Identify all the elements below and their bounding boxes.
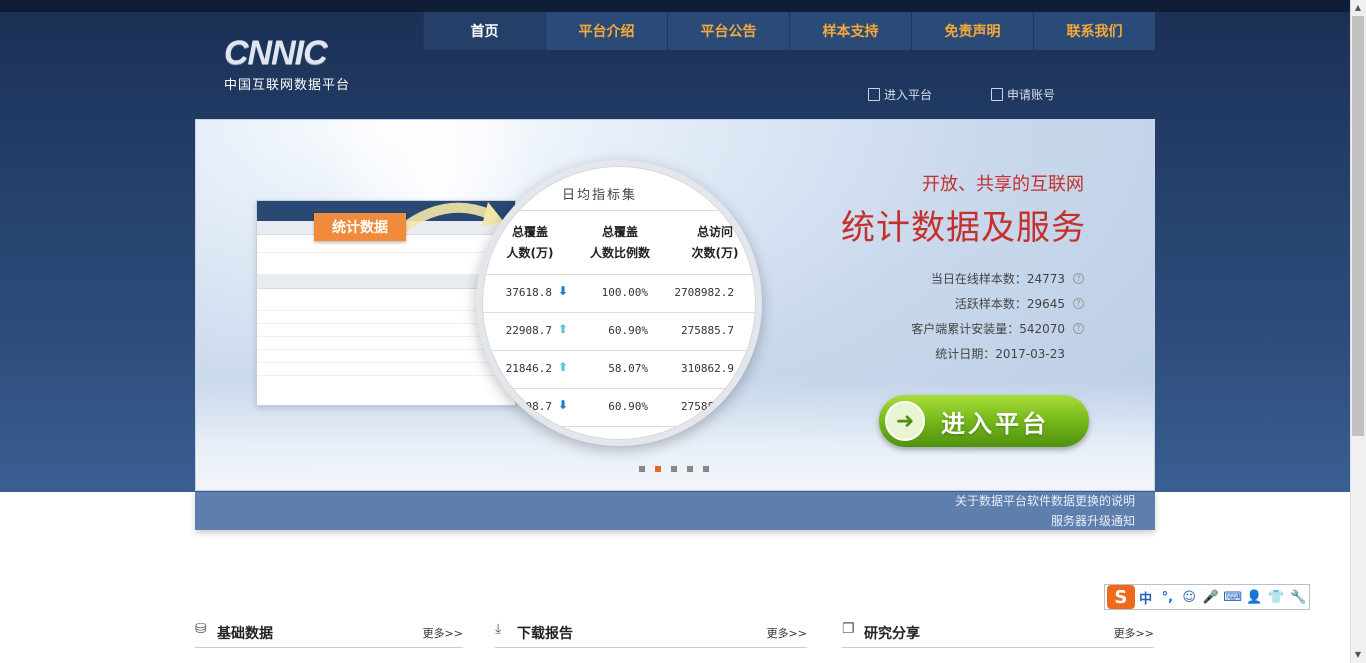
slogan-title: 统计数据及服务 (841, 208, 1086, 248)
nav-disclaimer[interactable]: 免责声明 (911, 12, 1033, 50)
carousel-dot[interactable] (703, 466, 709, 472)
apply-account-label: 申请账号 (1007, 88, 1056, 102)
stat-active-samples: 活跃样本数：29645 ? (864, 291, 1084, 316)
help-icon[interactable]: ? (1073, 298, 1084, 309)
help-icon[interactable]: ? (1073, 273, 1084, 284)
carousel-dot[interactable] (639, 466, 645, 472)
enter-platform-label: 进入平台 (884, 88, 933, 102)
scroll-down-icon[interactable]: ▼ (1350, 647, 1366, 663)
section-research: ❐ 研究分享 更多>> (842, 618, 1154, 648)
chinese-mode-icon[interactable]: 中 (1135, 588, 1157, 607)
top-strip (0, 0, 1350, 12)
skin-icon[interactable]: 👕 (1265, 590, 1287, 605)
lens-title: 日均指标集 (562, 188, 638, 203)
logo-subtitle: 中国互联网数据平台 (224, 78, 351, 93)
more-link[interactable]: 更多>> (1114, 625, 1154, 641)
document-icon: ❐ (842, 621, 855, 637)
trend-down-icon: ⬇ (558, 398, 569, 412)
form-icon (991, 88, 1003, 101)
site-logo[interactable]: CNNIC 中国互联网数据平台 (224, 36, 356, 93)
trend-up-icon: ⬆ (558, 360, 569, 374)
more-link[interactable]: 更多>> (767, 625, 807, 641)
tools-icon[interactable]: 🔧 (1287, 590, 1309, 605)
stat-date: 统计日期：2017-03-23 (935, 347, 1065, 361)
logo-mark: CNNIC (224, 34, 328, 72)
stat-installs: 客户端累计安装量：542070 ? (864, 316, 1084, 341)
more-link[interactable]: 更多>> (423, 625, 463, 641)
arrow-right-icon: ➜ (885, 401, 925, 441)
scrollbar-thumb[interactable] (1352, 16, 1364, 436)
magnifier-lens: 日均指标集 总覆盖 人数(万) 总覆盖 人数比例数 总访问 次数(万) 3761… (476, 160, 762, 446)
main-nav: 首页 平台介绍 平台公告 样本支持 免责声明 联系我们 (423, 12, 1155, 50)
sogou-logo-icon[interactable]: S (1107, 585, 1135, 609)
enter-platform-button-label: 进入平台 (941, 409, 1049, 438)
lens-header-1: 总覆盖 人数(万) (506, 225, 554, 260)
apply-account-link[interactable]: 申请账号 (991, 86, 1055, 103)
help-icon[interactable]: ? (1073, 323, 1084, 334)
download-icon: ⤓ (495, 621, 502, 637)
scroll-up-icon[interactable]: ▲ (1350, 0, 1366, 16)
slogan-subtitle: 开放、共享的互联网 (922, 174, 1084, 195)
section-download-reports: ⤓ 下载报告 更多>> (495, 618, 807, 648)
nav-sample-support[interactable]: 样本支持 (789, 12, 911, 50)
ime-toolbar: S 中 °, ☺ 🎤 ⌨ 👤 👕 🔧 (1104, 584, 1310, 610)
carousel-dot[interactable] (687, 466, 693, 472)
lens-header-3: 总访问 次数(万) (691, 225, 739, 260)
emoji-icon[interactable]: ☺ (1178, 590, 1200, 605)
carousel-dots (639, 466, 709, 472)
section-title: 下载报告 (517, 626, 573, 642)
carousel-dot-active[interactable] (655, 466, 661, 472)
user-terminal-icon (868, 88, 880, 101)
hero-banner[interactable]: 统计数据 日均指标集 总覆盖 人数(万) 总覆盖 人数比例数 总访问 次数(万)… (195, 119, 1155, 491)
database-icon: ⛁ (195, 621, 207, 637)
section-title: 基础数据 (217, 626, 273, 642)
notice-bar: 关于数据平台软件数据更换的说明 服务器升级通知 (195, 492, 1155, 530)
nav-intro[interactable]: 平台介绍 (545, 12, 667, 50)
stats-badge: 统计数据 (314, 213, 406, 241)
stats-list: 当日在线样本数：24773 ? 活跃样本数：29645 ? 客户端累计安装量：5… (864, 266, 1084, 366)
notice-link[interactable]: 服务器升级通知 (1051, 512, 1135, 529)
trend-up-icon: ⬆ (558, 322, 569, 336)
nav-contact[interactable]: 联系我们 (1033, 12, 1155, 50)
section-basic-data: ⛁ 基础数据 更多>> (195, 618, 463, 648)
enter-platform-link[interactable]: 进入平台 (868, 86, 932, 103)
stat-online-samples: 当日在线样本数：24773 ? (864, 266, 1084, 291)
nav-home[interactable]: 首页 (423, 12, 545, 50)
notice-link[interactable]: 关于数据平台软件数据更换的说明 (955, 492, 1135, 509)
microphone-icon[interactable]: 🎤 (1200, 590, 1222, 605)
punctuation-icon[interactable]: °, (1157, 590, 1179, 605)
nav-announcements[interactable]: 平台公告 (667, 12, 789, 50)
section-title: 研究分享 (864, 626, 920, 642)
keyboard-icon[interactable]: ⌨ (1222, 590, 1244, 605)
carousel-dot[interactable] (671, 466, 677, 472)
user-icon[interactable]: 👤 (1244, 590, 1266, 605)
trend-down-icon: ⬇ (558, 284, 569, 298)
lens-header-2: 总覆盖 人数比例数 (589, 225, 650, 260)
enter-platform-button[interactable]: ➜ 进入平台 (879, 395, 1089, 447)
